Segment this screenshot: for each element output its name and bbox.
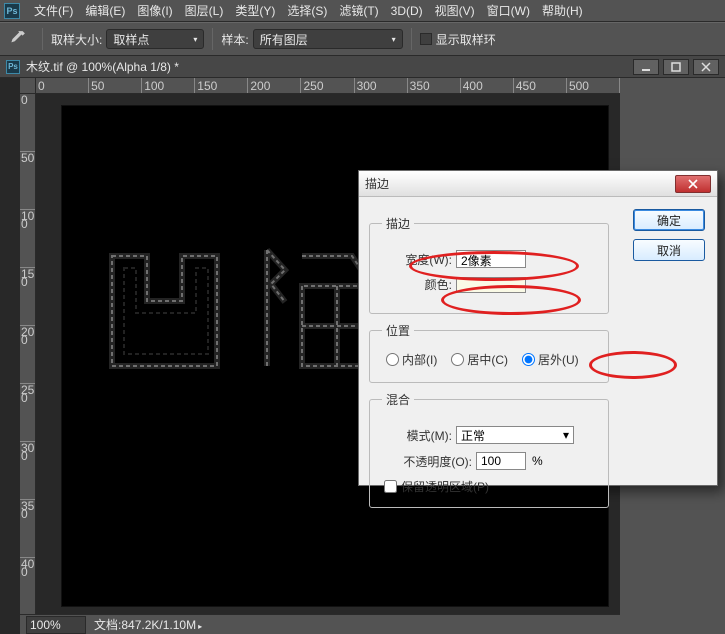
ruler-tick: 200 (250, 79, 270, 93)
selection-characters (102, 236, 392, 376)
ruler-tick: 200 (21, 328, 35, 344)
ruler-tick: 400 (463, 79, 483, 93)
ruler-tick: 450 (516, 79, 536, 93)
ruler-tick: 50 (21, 154, 35, 162)
menu-filter[interactable]: 滤镜(T) (333, 0, 384, 21)
position-outside-label: 居外(U) (538, 351, 579, 368)
dialog-titlebar[interactable]: 描边 (359, 171, 717, 197)
ruler-tick: 300 (21, 444, 35, 460)
ruler-tick: 150 (197, 79, 217, 93)
sample-dropdown[interactable]: 所有图层 ▾ (253, 29, 403, 49)
ruler-tick: 0 (21, 96, 35, 104)
position-center-label: 居中(C) (467, 351, 508, 368)
color-label: 颜色: (382, 276, 452, 293)
ruler-tick: 500 (569, 79, 589, 93)
zoom-field[interactable]: 100% (26, 616, 86, 634)
maximize-button[interactable] (663, 59, 689, 75)
menu-bar: Ps 文件(F) 编辑(E) 图像(I) 图层(L) 类型(Y) 选择(S) 滤… (0, 0, 725, 22)
minimize-button[interactable] (633, 59, 659, 75)
document-tab-bar: Ps 木纹.tif @ 100%(Alpha 1/8) * (0, 56, 725, 78)
separator (42, 28, 43, 50)
ruler-tick: 50 (91, 79, 104, 93)
sample-size-value: 取样点 (113, 31, 149, 48)
preserve-transparency-checkbox[interactable] (384, 480, 397, 493)
app-logo: Ps (4, 3, 20, 19)
menu-select[interactable]: 选择(S) (281, 0, 333, 21)
menu-file[interactable]: 文件(F) (28, 0, 79, 21)
blend-group: 混合 模式(M): 正常 ▾ 不透明度(O): 100 % 保留透明区域(P) (369, 391, 609, 508)
doc-size-info[interactable]: 文档:847.2K/1.10M▸ (94, 616, 202, 633)
separator (411, 28, 412, 50)
chevron-down-icon: ▾ (193, 35, 197, 44)
document-title[interactable]: 木纹.tif @ 100%(Alpha 1/8) * (26, 58, 629, 75)
close-button[interactable] (693, 59, 719, 75)
sample-label: 样本: (221, 31, 248, 48)
opacity-label: 不透明度(O): (382, 453, 472, 470)
ruler-tick: 250 (303, 79, 323, 93)
position-group-label: 位置 (382, 322, 414, 339)
menu-layer[interactable]: 图层(L) (179, 0, 230, 21)
dialog-title: 描边 (365, 175, 675, 192)
eyedropper-icon[interactable] (8, 30, 26, 48)
menu-image[interactable]: 图像(I) (131, 0, 178, 21)
opacity-unit: % (532, 454, 543, 468)
mode-value: 正常 (461, 427, 485, 444)
sample-size-label: 取样大小: (51, 31, 102, 48)
mode-dropdown[interactable]: 正常 ▾ (456, 426, 574, 444)
dialog-button-column: 确定 取消 (633, 209, 705, 261)
chevron-down-icon: ▾ (392, 35, 396, 44)
doc-size-value: 847.2K/1.10M (121, 618, 196, 632)
menu-window[interactable]: 窗口(W) (481, 0, 536, 21)
stroke-group-label: 描边 (382, 215, 414, 232)
chevron-right-icon: ▸ (198, 622, 202, 631)
stroke-group: 描边 宽度(W): 2像素 颜色: (369, 215, 609, 314)
options-bar: 取样大小: 取样点 ▾ 样本: 所有图层 ▾ 显示取样环 (0, 22, 725, 56)
ruler-tick: 250 (21, 386, 35, 402)
position-center-radio[interactable]: 居中(C) (451, 351, 508, 368)
ruler-tick: 300 (357, 79, 377, 93)
width-label: 宽度(W): (382, 251, 452, 268)
horizontal-ruler[interactable]: 0 50 100 150 200 250 300 350 400 450 500 (36, 78, 620, 94)
menu-help[interactable]: 帮助(H) (536, 0, 589, 21)
show-ring-label: 显示取样环 (436, 31, 496, 48)
ruler-tick: 0 (38, 79, 45, 93)
status-bar: 100% 文档:847.2K/1.10M▸ (20, 614, 620, 634)
opacity-input[interactable]: 100 (476, 452, 526, 470)
ruler-tick: 100 (144, 79, 164, 93)
ruler-tick: 400 (21, 560, 35, 576)
menu-edit[interactable]: 编辑(E) (79, 0, 131, 21)
cancel-button[interactable]: 取消 (633, 239, 705, 261)
chevron-down-icon: ▾ (563, 428, 569, 442)
vertical-ruler[interactable]: 0 50 100 150 200 250 300 350 400 (20, 94, 36, 634)
color-swatch[interactable] (456, 277, 526, 293)
menu-3d[interactable]: 3D(D) (385, 2, 429, 20)
doc-size-label: 文档: (94, 618, 121, 632)
show-ring-checkbox[interactable] (420, 33, 432, 45)
dialog-body: 确定 取消 描边 宽度(W): 2像素 颜色: 位置 内部(I) 居中(C) 居… (359, 197, 717, 526)
menu-view[interactable]: 视图(V) (429, 0, 481, 21)
separator (212, 28, 213, 50)
menu-type[interactable]: 类型(Y) (229, 0, 281, 21)
dialog-close-button[interactable] (675, 175, 711, 193)
sample-size-dropdown[interactable]: 取样点 ▾ (106, 29, 204, 49)
sample-value: 所有图层 (260, 31, 308, 48)
position-group: 位置 内部(I) 居中(C) 居外(U) (369, 322, 609, 383)
ok-button[interactable]: 确定 (633, 209, 705, 231)
stroke-dialog: 描边 确定 取消 描边 宽度(W): 2像素 颜色: 位置 内部(I) 居中(C… (358, 170, 718, 486)
blend-group-label: 混合 (382, 391, 414, 408)
mode-label: 模式(M): (382, 427, 452, 444)
preserve-transparency-label: 保留透明区域(P) (401, 478, 489, 495)
ruler-corner (20, 78, 36, 94)
ruler-tick: 350 (410, 79, 430, 93)
position-inside-label: 内部(I) (402, 351, 437, 368)
position-inside-radio[interactable]: 内部(I) (386, 351, 437, 368)
position-outside-radio[interactable]: 居外(U) (522, 351, 579, 368)
ruler-tick: 100 (21, 212, 35, 228)
width-input[interactable]: 2像素 (456, 250, 526, 268)
ruler-tick: 150 (21, 270, 35, 286)
ruler-tick: 350 (21, 502, 35, 518)
doc-icon: Ps (6, 60, 20, 74)
